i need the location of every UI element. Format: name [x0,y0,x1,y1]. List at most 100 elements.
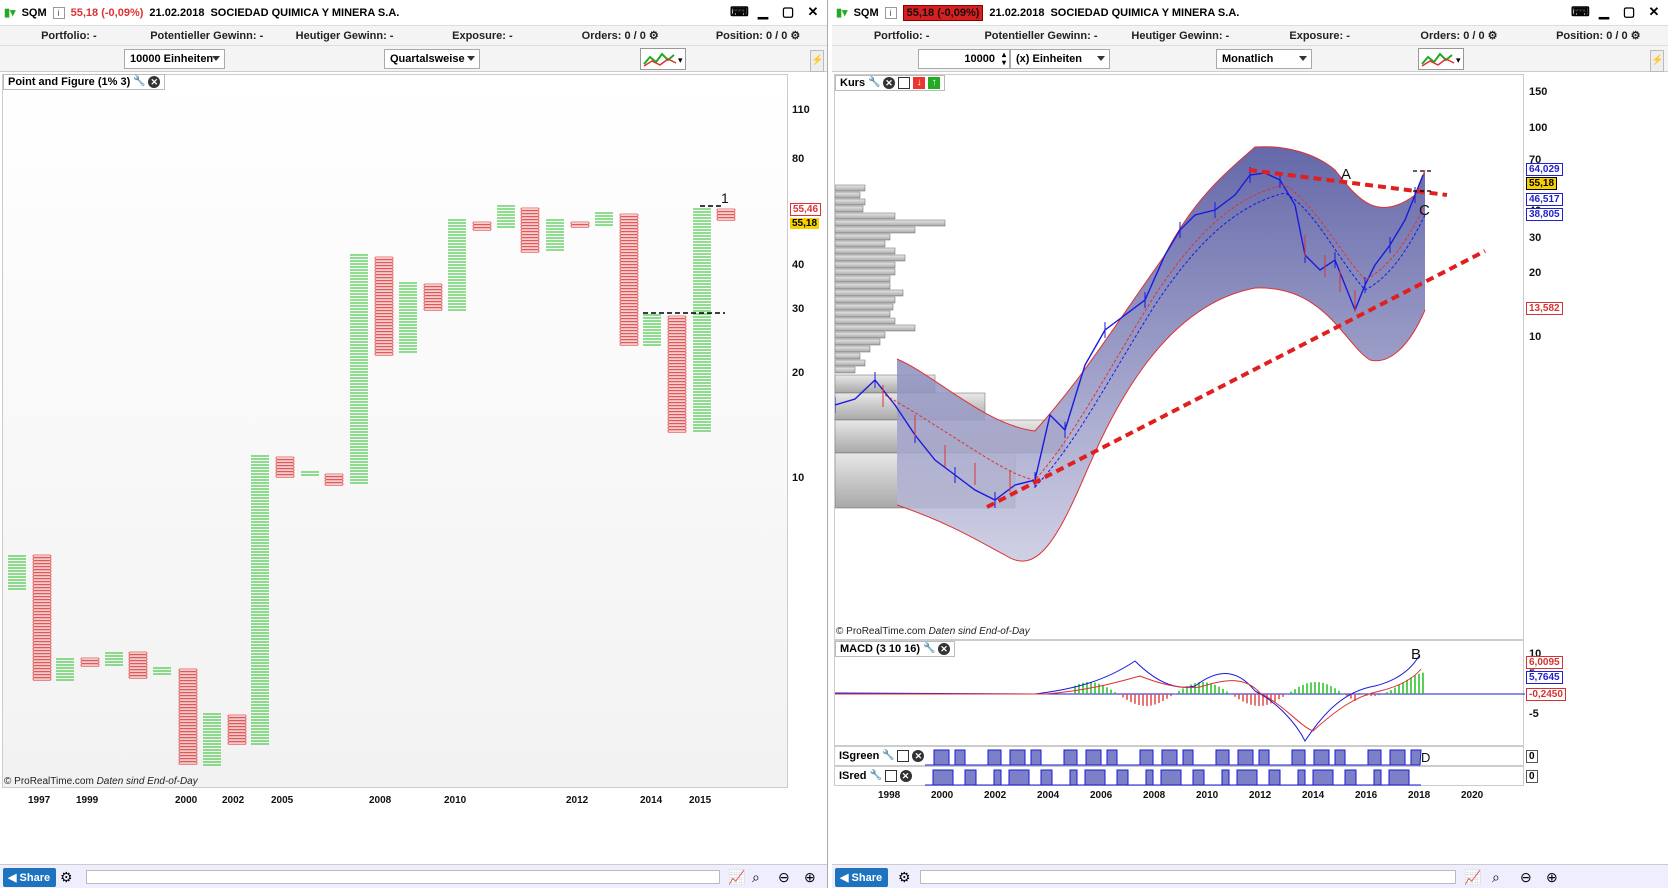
panel-maximize-icon[interactable] [898,77,911,89]
zoom-out-icon[interactable]: ⊖ [778,869,790,886]
period-dropdown[interactable]: Quartalsweise [384,49,480,69]
indicator-icon[interactable]: 📈 [728,869,745,886]
panel-close-icon[interactable]: ✕ [883,77,896,89]
close-icon[interactable]: ✕ [805,4,821,20]
close-icon[interactable]: ✕ [1646,4,1662,20]
svg-text:▾: ▾ [678,56,683,66]
zoom-in-icon[interactable]: ⊕ [1546,869,1558,886]
maximize-icon[interactable]: ▢ [1621,4,1637,20]
left-price-box-2: 55,18 [790,218,820,229]
x-tick-label: 1998 [878,790,901,801]
pf-panel-label: Point and Figure (1% 3) 🔧 ✕ [3,74,166,90]
stat-today-gain: Heutiger Gewinn: - [1131,29,1230,42]
move-down-icon[interactable]: ↓ [913,77,926,89]
maximize-icon[interactable]: ▢ [780,4,796,20]
minimize-icon[interactable]: ▁ [1596,4,1612,20]
period-dropdown[interactable]: Monatlich [1216,49,1312,69]
left-scrollbar[interactable] [86,870,720,884]
info-icon[interactable]: i [52,6,65,19]
panel-close-icon[interactable]: ✕ [912,750,925,762]
pf-x-column [350,254,368,484]
stat-orders[interactable]: Orders: 0 / 0 ⚙ [1389,29,1528,42]
panel-close-icon[interactable]: ✕ [148,76,161,88]
x-tick-label: 2004 [1037,790,1060,801]
volume-profile-bar [835,289,904,297]
pf-x-column [546,219,564,251]
pf-x-column [153,667,171,675]
y-tick-label: 10 [1529,331,1542,343]
wrench-icon[interactable]: 🔧 [923,643,935,655]
y-tick-label: 20 [1529,267,1542,279]
zoom-fit-icon[interactable]: ⌕ [1492,869,1500,886]
wrench-icon[interactable]: 🔧 [870,770,882,782]
x-tick-label: 2014 [1302,790,1325,801]
left-symbol[interactable]: SQM [22,7,47,19]
x-tick-label: 1999 [76,795,99,806]
indicator-icon[interactable]: 📈 [1464,869,1481,886]
keyboard-icon[interactable]: ⌨ [730,4,749,20]
info-icon[interactable]: i [884,6,897,19]
right-scrollbar[interactable] [920,870,1456,884]
x-tick-label: 2005 [271,795,294,806]
annotation-b: B [1411,646,1421,663]
keyboard-icon[interactable]: ⌨ [1571,4,1590,20]
chart-type-button[interactable]: ▾ [640,48,686,70]
units-dropdown[interactable]: (x) Einheiten [1010,49,1110,69]
left-chart-window: ▮▾ SQM i 55,18 (-0,09%) 21.02.2018 SOCIE… [0,0,828,888]
kurs-chart: AC [835,146,1486,562]
isred-value: 0 [1526,770,1538,783]
left-date: 21.02.2018 [149,6,205,19]
right-chart-window: ▮▾ SQM i 55,18 (-0,09%) 21.02.2018 SOCIE… [832,0,1668,888]
panel-maximize-icon[interactable] [884,770,897,782]
left-title-bar: ▮▾ SQM i 55,18 (-0,09%) 21.02.2018 SOCIE… [0,0,827,26]
volume-profile-bar [835,338,881,346]
settings-icon[interactable]: ⚙ [898,869,911,886]
pf-x-column [301,471,319,476]
zoom-out-icon[interactable]: ⊖ [1520,869,1532,886]
wrench-icon[interactable]: 🔧 [133,76,145,88]
right-watermark: © ProRealTime.com Daten sind End-of-Day [836,626,1030,637]
zoom-fit-icon[interactable]: ⌕ [752,869,760,886]
chart-type-icon: ▾ [643,52,683,67]
isred-panel [834,766,1524,786]
right-symbol[interactable]: SQM [854,7,879,19]
panel-maximize-icon[interactable] [897,750,910,762]
x-tick-label: 2014 [640,795,663,806]
left-bottom-bar: ◀ Share ⚙ 📈 ⌕ ⊖ ⊕ [0,864,827,888]
volume-profile-bar [835,275,891,283]
wrench-icon[interactable]: 🔧 [882,750,894,762]
pf-o-column [520,207,540,253]
stat-position[interactable]: Position: 0 / 0 ⚙ [689,29,827,42]
minimize-icon[interactable]: ▁ [755,4,771,20]
wrench-icon[interactable]: 🔧 [868,77,880,89]
panel-close-icon[interactable]: ✕ [899,770,912,782]
stat-orders[interactable]: Orders: 0 / 0 ⚙ [551,29,689,42]
annotation-c: C [1419,202,1430,219]
right-side-panel-toggle[interactable]: ⚡ [1650,50,1664,72]
zoom-in-icon[interactable]: ⊕ [804,869,816,886]
volume-profile-bar [835,191,861,199]
share-button[interactable]: ◀ Share [3,868,57,887]
settings-icon[interactable]: ⚙ [60,869,73,886]
share-button[interactable]: ◀ Share [835,868,889,887]
kurs-panel-label: Kurs 🔧 ✕ ↓ ↑ [835,75,946,91]
volume-profile-bar [835,261,896,269]
stat-portfolio: Portfolio: - [41,29,97,42]
x-tick-label: 2012 [1249,790,1272,801]
pf-o-column [716,208,736,221]
right-bottom-bar: ◀ Share ⚙ 📈 ⌕ ⊖ ⊕ [832,864,1668,888]
candle-menu-icon[interactable]: ▮▾ [836,6,848,19]
left-side-panel-toggle[interactable]: ⚡ [810,50,824,72]
chart-type-button[interactable]: ▾ [1418,48,1464,70]
move-up-icon[interactable]: ↑ [928,77,941,89]
candle-menu-icon[interactable]: ▮▾ [4,6,16,19]
units-dropdown[interactable]: 10000 Einheiten [124,49,225,69]
x-tick-label: 2010 [1196,790,1219,801]
units-value-input[interactable]: 10000 ▴ ▾ [918,49,1010,69]
stat-position[interactable]: Position: 0 / 0 ⚙ [1529,29,1668,42]
pf-annotation: 1 [721,190,729,206]
panel-close-icon[interactable]: ✕ [938,643,951,655]
isgreen-step-series [925,749,1422,766]
right-toolbar: 10000 ▴ ▾ (x) Einheiten Monatlich ▾ [832,46,1668,72]
stat-today-gain: Heutiger Gewinn: - [295,29,394,42]
